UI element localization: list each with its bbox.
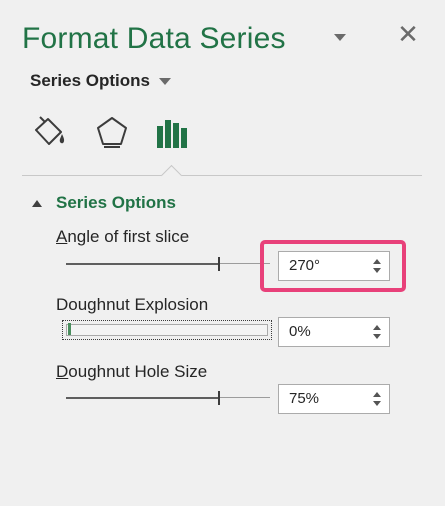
collapse-triangle-icon bbox=[32, 199, 42, 207]
slider-track bbox=[219, 397, 270, 398]
doughnut-hole-size-label: Doughnut Hole Size bbox=[56, 362, 207, 382]
series-options-dropdown-label: Series Options bbox=[30, 71, 150, 90]
tab-series-options[interactable] bbox=[152, 114, 192, 152]
tab-divider bbox=[22, 175, 422, 176]
slider-thumb[interactable] bbox=[218, 391, 220, 405]
selected-tab-pointer bbox=[160, 164, 183, 187]
spinner-arrows bbox=[367, 385, 389, 413]
accelerator-letter: D bbox=[56, 362, 69, 381]
spinner-arrows bbox=[367, 318, 389, 346]
doughnut-hole-size-spinner[interactable] bbox=[278, 384, 390, 414]
doughnut-hole-size-input[interactable] bbox=[289, 385, 359, 413]
spin-up-icon[interactable] bbox=[373, 392, 381, 397]
slider-track-filled bbox=[66, 263, 219, 265]
spin-up-icon[interactable] bbox=[373, 325, 381, 330]
label-text: oughnut Hole Size bbox=[68, 362, 208, 381]
pentagon-icon bbox=[97, 117, 127, 148]
doughnut-explosion-label: Doughnut Explosion bbox=[56, 295, 209, 314]
label-text: ngle of first slice bbox=[67, 227, 190, 246]
task-pane-options-icon[interactable] bbox=[334, 34, 346, 41]
spin-down-icon[interactable] bbox=[373, 401, 381, 406]
tab-fill-line[interactable] bbox=[28, 114, 68, 152]
slider-track-filled bbox=[66, 397, 219, 399]
slider-thumb[interactable] bbox=[68, 323, 71, 335]
highlight-annotation bbox=[260, 240, 406, 292]
series-options-section-header[interactable]: Series Options bbox=[32, 192, 176, 214]
spin-down-icon[interactable] bbox=[373, 334, 381, 339]
paint-bucket-icon bbox=[35, 116, 65, 145]
format-data-series-pane: Format Data Series ✕ Series Options Seri… bbox=[0, 0, 445, 506]
section-title: Series Options bbox=[56, 193, 176, 212]
close-icon[interactable]: ✕ bbox=[396, 21, 420, 47]
pane-title: Format Data Series bbox=[22, 22, 286, 55]
series-options-dropdown[interactable]: Series Options bbox=[30, 70, 171, 92]
doughnut-explosion-spinner[interactable] bbox=[278, 317, 390, 347]
angle-first-slice-label: Angle of first slice bbox=[56, 227, 189, 247]
bar-chart-icon bbox=[157, 120, 187, 148]
tab-effects[interactable] bbox=[92, 114, 132, 152]
slider-track bbox=[66, 324, 268, 336]
doughnut-hole-size-slider[interactable] bbox=[66, 390, 270, 406]
angle-first-slice-slider[interactable] bbox=[66, 256, 270, 272]
chevron-down-icon bbox=[158, 77, 171, 85]
doughnut-explosion-input[interactable] bbox=[289, 318, 359, 346]
doughnut-explosion-slider[interactable] bbox=[62, 320, 272, 340]
accelerator-letter: A bbox=[56, 227, 68, 246]
slider-thumb[interactable] bbox=[218, 257, 220, 271]
